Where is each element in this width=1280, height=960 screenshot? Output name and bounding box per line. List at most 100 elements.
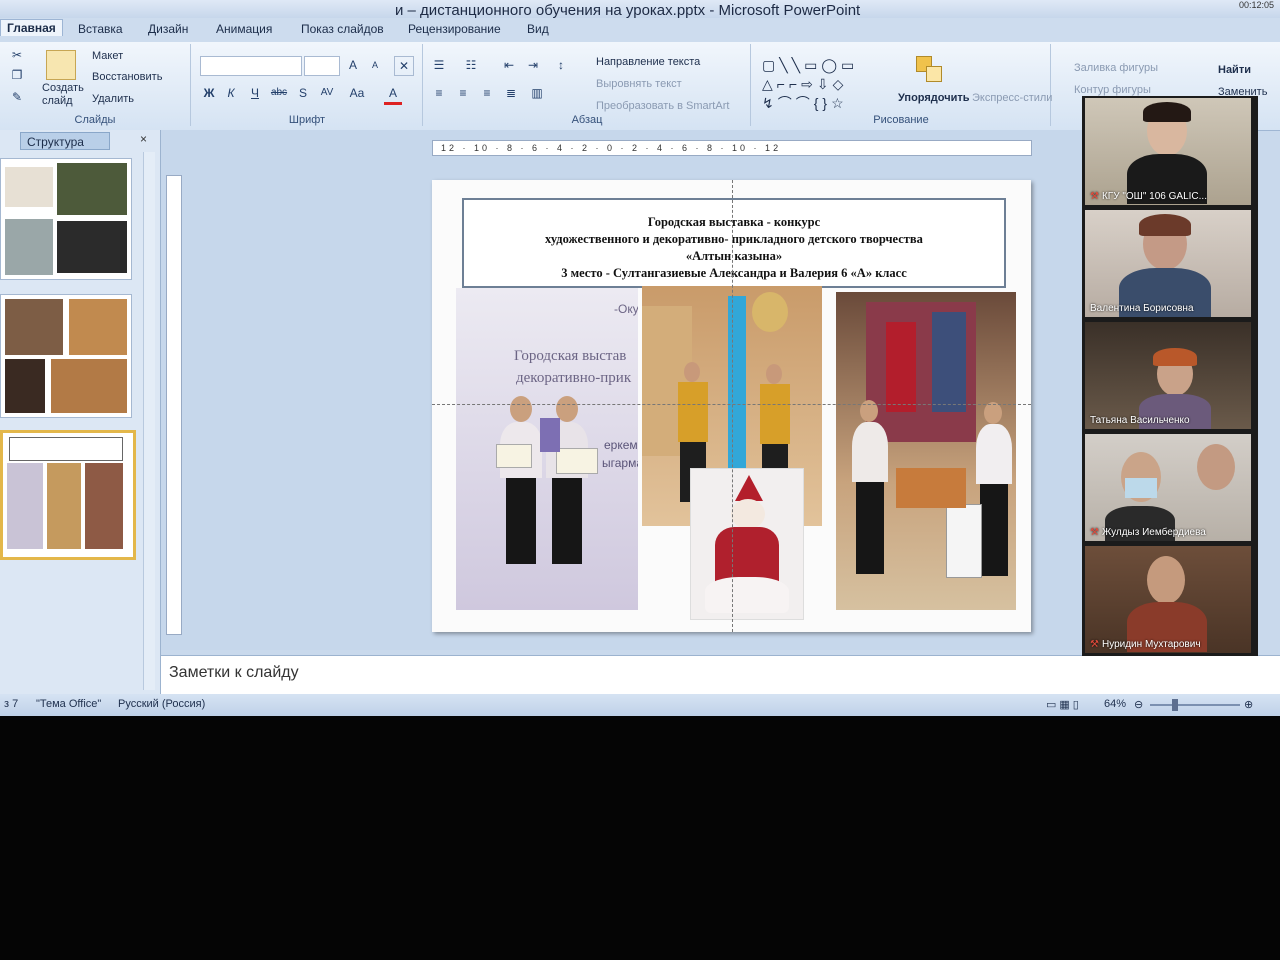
slides-pane: Структура × xyxy=(0,130,161,694)
paragraph-group-label: Абзац xyxy=(571,114,603,126)
thumbnails-scrollbar[interactable] xyxy=(143,152,155,690)
shape-fill-button[interactable]: Заливка фигуры xyxy=(1074,62,1158,74)
vertical-ruler xyxy=(166,175,182,635)
convert-smartart-button[interactable]: Преобразовать в SmartArt xyxy=(596,100,729,112)
shrink-font-button[interactable]: A xyxy=(366,56,384,74)
horizontal-ruler: 12 · 10 · 8 · 6 · 4 · 2 · 0 · 2 · 4 · 6 … xyxy=(432,140,1032,156)
paragraph-group: ☰ ☷ ⇤ ⇥ ↕ ≡ ≡ ≡ ≣ ▥ Направление текста В… xyxy=(424,44,751,126)
find-button[interactable]: Найти xyxy=(1218,64,1251,76)
char-spacing-button[interactable]: AV xyxy=(318,84,336,102)
status-bar: з 7 "Тема Office" Русский (Россия) ▭▦▯ 6… xyxy=(0,694,1280,716)
language-indicator[interactable]: Русский (Россия) xyxy=(118,698,205,710)
new-slide-icon[interactable] xyxy=(46,50,76,80)
photo-exhibition-banner: Городская выстав декоративно-прик -Оку е… xyxy=(456,288,638,610)
quick-styles-button[interactable]: Экспресс-стили xyxy=(972,92,1052,104)
window-title: и – дистанционного обучения на уроках.pp… xyxy=(395,2,861,19)
format-painter-icon[interactable]: ✎ xyxy=(8,88,26,106)
participant-tile[interactable]: ⚒ КГУ "ОШ" 106 GALIC... xyxy=(1085,98,1251,205)
drawing-group-label: Рисование xyxy=(873,114,929,126)
slides-group: ✂ ❐ ✎ Создать слайд Макет Восстановить У… xyxy=(0,44,191,126)
font-size-field[interactable] xyxy=(304,56,340,76)
monitor-bezel xyxy=(0,716,1280,960)
grow-font-button[interactable]: A xyxy=(344,56,362,74)
new-slide-button[interactable]: Создать слайд xyxy=(42,82,84,108)
tab-review[interactable]: Рецензирование xyxy=(408,22,501,36)
font-name-field[interactable] xyxy=(200,56,302,76)
cut-icon[interactable]: ✂ xyxy=(8,46,26,64)
tab-home[interactable]: Главная xyxy=(0,19,63,36)
slide-thumbnail[interactable] xyxy=(0,158,132,280)
photo-classroom xyxy=(836,292,1016,610)
tab-animation[interactable]: Анимация xyxy=(216,22,272,36)
tab-slideshow[interactable]: Показ слайдов xyxy=(301,22,384,36)
columns-icon[interactable]: ▥ xyxy=(528,84,546,102)
clock: 00:12:05 xyxy=(1238,0,1274,10)
align-center-icon[interactable]: ≡ xyxy=(454,84,472,102)
strikethrough-button[interactable]: abc xyxy=(270,84,288,102)
banner-text-5: еркеме xyxy=(604,438,638,452)
shadow-button[interactable]: S xyxy=(294,84,312,102)
arrange-icon[interactable] xyxy=(916,56,942,82)
bold-button[interactable]: Ж xyxy=(200,84,218,102)
current-slide[interactable]: Городская выставка - конкурс художествен… xyxy=(432,180,1031,632)
align-text-button[interactable]: Выровнять текст xyxy=(596,78,682,90)
zoom-in-icon[interactable]: ⊕ xyxy=(1244,698,1253,711)
justify-icon[interactable]: ≣ xyxy=(502,84,520,102)
slide-title-box[interactable]: Городская выставка - конкурс художествен… xyxy=(462,198,1006,288)
powerpoint-window: и – дистанционного обучения на уроках.pp… xyxy=(0,0,1280,716)
shape-outline-button[interactable]: Контур фигуры xyxy=(1074,84,1151,96)
clear-format-icon[interactable]: ✕ xyxy=(394,56,414,76)
participant-tile[interactable]: Татьяна Васильченко xyxy=(1085,322,1251,429)
tab-view[interactable]: Вид xyxy=(527,22,549,36)
zoom-out-icon[interactable]: ⊖ xyxy=(1134,698,1143,711)
participant-tile[interactable]: ⚒ Нуридин Мухтарович xyxy=(1085,546,1251,653)
font-group: A A ✕ Ж К Ч abc S AV Aa A Шрифт xyxy=(192,44,423,126)
theme-name: "Тема Office" xyxy=(36,698,102,710)
italic-button[interactable]: К xyxy=(222,84,240,102)
banner-text-4: ыгарма xyxy=(602,456,638,470)
banner-text-2: декоративно-прик xyxy=(516,370,632,386)
line-spacing-icon[interactable]: ↕ xyxy=(552,56,570,74)
slide-title-line-3: «Алтын казына» xyxy=(685,249,783,263)
slide-thumbnail-selected[interactable] xyxy=(0,430,136,560)
guide-vertical xyxy=(732,180,733,632)
participant-tile[interactable]: ⚒ Жулдыз Иембердиева xyxy=(1085,434,1251,541)
banner-text-3: -Оку xyxy=(614,302,638,316)
ribbon-tabs: Главная Вставка Дизайн Анимация Показ сл… xyxy=(0,18,1280,42)
participant-name: КГУ "ОШ" 106 GALIC... xyxy=(1101,191,1207,202)
reset-button[interactable]: Восстановить xyxy=(92,71,162,83)
participant-name: Жулдыз Иембердиева xyxy=(1101,527,1206,538)
font-color-button[interactable]: A xyxy=(384,84,402,105)
underline-button[interactable]: Ч xyxy=(246,84,264,102)
zoom-slider[interactable] xyxy=(1150,699,1240,711)
text-direction-button[interactable]: Направление текста xyxy=(596,56,700,68)
layout-button[interactable]: Макет xyxy=(92,50,123,62)
numbering-icon[interactable]: ☷ xyxy=(462,56,480,74)
participant-tile[interactable]: Валентина Борисовна xyxy=(1085,210,1251,317)
outline-tab[interactable]: Структура xyxy=(20,132,110,150)
increase-indent-icon[interactable]: ⇥ xyxy=(524,56,542,74)
slides-group-label: Слайды xyxy=(74,114,116,126)
guide-horizontal xyxy=(432,404,1031,405)
notes-pane[interactable]: Заметки к слайду xyxy=(161,655,1280,694)
copy-icon[interactable]: ❐ xyxy=(8,66,26,84)
zoom-level[interactable]: 64% xyxy=(1104,698,1126,710)
tab-insert[interactable]: Вставка xyxy=(78,22,123,36)
bullets-icon[interactable]: ☰ xyxy=(430,56,448,74)
view-buttons[interactable]: ▭▦▯ xyxy=(1046,698,1082,711)
slide-thumbnail[interactable] xyxy=(0,294,132,418)
align-right-icon[interactable]: ≡ xyxy=(478,84,496,102)
decrease-indent-icon[interactable]: ⇤ xyxy=(500,56,518,74)
change-case-button[interactable]: Aa xyxy=(348,84,366,102)
tab-design[interactable]: Дизайн xyxy=(148,22,188,36)
slide-title-line-1: Городская выставка - конкурс xyxy=(647,215,821,229)
drawing-group: ▢╲╲▭◯▭ △⌐⌐⇨⇩◇ ↯⌒⌒{}☆ Упорядочить Экспресс-… xyxy=(752,44,1158,126)
close-pane-button[interactable]: × xyxy=(140,132,147,146)
align-left-icon[interactable]: ≡ xyxy=(430,84,448,102)
arrange-button[interactable]: Упорядочить xyxy=(898,92,970,104)
delete-button[interactable]: Удалить xyxy=(92,93,134,105)
video-participants-panel: ⚒ КГУ "ОШ" 106 GALIC... Валентина Борисов… xyxy=(1082,96,1258,656)
mic-muted-icon: ⚒ xyxy=(1090,639,1099,650)
shapes-gallery[interactable]: ▢╲╲▭◯▭ △⌐⌐⇨⇩◇ ↯⌒⌒{}☆ xyxy=(762,56,886,112)
banner-text-1: Городская выстав xyxy=(514,348,627,364)
